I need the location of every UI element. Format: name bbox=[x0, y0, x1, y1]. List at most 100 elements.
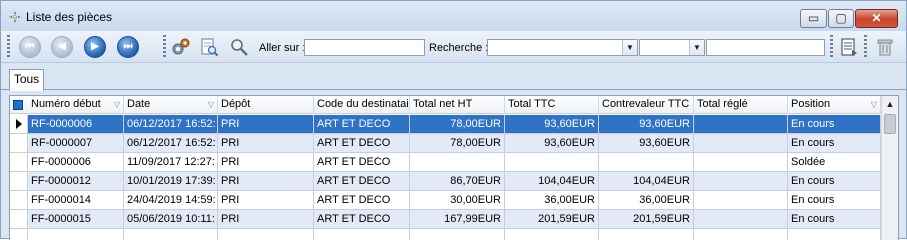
cell-date[interactable] bbox=[124, 229, 218, 240]
maximize-button[interactable]: ▢ bbox=[828, 9, 854, 28]
first-record-button[interactable]: ⏮ bbox=[19, 36, 41, 58]
cell-total-ttc[interactable]: 93,60EUR bbox=[505, 134, 599, 153]
cell-numero[interactable]: FF-0000006 bbox=[28, 153, 124, 172]
table-row-empty[interactable] bbox=[10, 229, 881, 240]
toolbar-grip[interactable] bbox=[864, 35, 867, 59]
cell-total-ttc[interactable]: 93,60EUR bbox=[505, 115, 599, 134]
cell-position[interactable]: En cours bbox=[788, 134, 881, 153]
cell-position[interactable]: En cours bbox=[788, 115, 881, 134]
sort-filter-icon[interactable]: ▽ bbox=[114, 96, 120, 113]
cell-total-net-ht[interactable]: 30,00EUR bbox=[410, 191, 505, 210]
next-record-button[interactable]: ▶ bbox=[84, 36, 106, 58]
column-header-numero-debut[interactable]: Numéro début ▽ bbox=[28, 96, 124, 114]
cell-date[interactable]: 10/01/2019 17:39: bbox=[124, 172, 218, 191]
search-mode-combo[interactable]: ▼ bbox=[639, 39, 705, 56]
cell-depot[interactable] bbox=[218, 229, 314, 240]
cell-position[interactable]: En cours bbox=[788, 210, 881, 229]
row-header[interactable] bbox=[10, 210, 28, 229]
cell-depot[interactable]: PRI bbox=[218, 115, 314, 134]
column-header-depot[interactable]: Dépôt bbox=[218, 96, 314, 114]
cell-total-ttc[interactable]: 201,59EUR bbox=[505, 210, 599, 229]
cell-date[interactable]: 24/04/2019 14:59: bbox=[124, 191, 218, 210]
previous-record-button[interactable]: ◀ bbox=[51, 36, 73, 58]
cell-code-destinataire[interactable] bbox=[314, 229, 410, 240]
column-header-contrevaleur-ttc[interactable]: Contrevaleur TTC bbox=[599, 96, 694, 114]
cell-position[interactable]: En cours bbox=[788, 191, 881, 210]
cell-numero[interactable] bbox=[28, 229, 124, 240]
cell-total-net-ht[interactable] bbox=[410, 153, 505, 172]
toolbar-grip[interactable] bbox=[163, 35, 166, 59]
title-bar[interactable]: Liste des pièces ▭ ▢ ✕ bbox=[1, 1, 906, 31]
row-header[interactable] bbox=[10, 115, 28, 134]
column-header-total-ttc[interactable]: Total TTC bbox=[505, 96, 599, 114]
cell-total-net-ht[interactable]: 78,00EUR bbox=[410, 134, 505, 153]
cell-code-destinataire[interactable]: ART ET DECO bbox=[314, 191, 410, 210]
cell-total-net-ht[interactable]: 167,99EUR bbox=[410, 210, 505, 229]
cell-numero[interactable]: RF-0000006 bbox=[28, 115, 124, 134]
column-header-position[interactable]: Position ▽ bbox=[788, 96, 881, 114]
cell-code-destinataire[interactable]: ART ET DECO bbox=[314, 134, 410, 153]
cell-total-regle[interactable] bbox=[694, 172, 788, 191]
cell-total-regle[interactable] bbox=[694, 153, 788, 172]
cell-total-ttc[interactable]: 104,04EUR bbox=[505, 172, 599, 191]
column-header-total-regle[interactable]: Total réglé bbox=[694, 96, 788, 114]
cell-contrevaleur-ttc[interactable]: 93,60EUR bbox=[599, 115, 694, 134]
table-row[interactable]: FF-0000014 24/04/2019 14:59: PRI ART ET DEC… bbox=[10, 191, 881, 210]
cell-total-net-ht[interactable]: 86,70EUR bbox=[410, 172, 505, 191]
scroll-up-icon[interactable]: ▲ bbox=[882, 96, 898, 113]
cell-numero[interactable]: FF-0000012 bbox=[28, 172, 124, 191]
cell-total-net-ht[interactable] bbox=[410, 229, 505, 240]
cell-depot[interactable]: PRI bbox=[218, 134, 314, 153]
cell-total-regle[interactable] bbox=[694, 115, 788, 134]
cell-code-destinataire[interactable]: ART ET DECO bbox=[314, 210, 410, 229]
table-row[interactable]: RF-0000007 06/12/2017 16:52: PRI ART ET DEC… bbox=[10, 134, 881, 153]
cell-code-destinataire[interactable]: ART ET DECO bbox=[314, 172, 410, 191]
toolbar-grip[interactable] bbox=[7, 35, 10, 59]
cell-contrevaleur-ttc[interactable]: 104,04EUR bbox=[599, 172, 694, 191]
cell-position[interactable] bbox=[788, 229, 881, 240]
cell-date[interactable]: 06/12/2017 16:52: bbox=[124, 115, 218, 134]
settings-gears-icon[interactable] bbox=[171, 37, 191, 57]
cell-total-ttc[interactable] bbox=[505, 153, 599, 172]
table-row[interactable]: RF-0000006 06/12/2017 16:52: PRI ART ET DEC… bbox=[10, 115, 881, 134]
cell-contrevaleur-ttc[interactable]: 93,60EUR bbox=[599, 134, 694, 153]
search-field-combo[interactable]: ▼ bbox=[487, 39, 638, 56]
row-header[interactable] bbox=[10, 191, 28, 210]
cell-code-destinataire[interactable]: ART ET DECO bbox=[314, 153, 410, 172]
dropdown-arrow-icon[interactable]: ▼ bbox=[622, 40, 637, 55]
vertical-scrollbar[interactable]: ▲ bbox=[881, 96, 898, 240]
dropdown-arrow-icon[interactable]: ▼ bbox=[689, 40, 704, 55]
cell-contrevaleur-ttc[interactable]: 36,00EUR bbox=[599, 191, 694, 210]
cell-total-regle[interactable] bbox=[694, 229, 788, 240]
cell-total-regle[interactable] bbox=[694, 134, 788, 153]
cell-total-ttc[interactable] bbox=[505, 229, 599, 240]
cell-depot[interactable]: PRI bbox=[218, 153, 314, 172]
cell-contrevaleur-ttc[interactable]: 201,59EUR bbox=[599, 210, 694, 229]
search-input[interactable] bbox=[706, 39, 825, 56]
sort-filter-icon[interactable]: ▽ bbox=[871, 96, 877, 113]
row-header[interactable] bbox=[10, 153, 28, 172]
cell-code-destinataire[interactable]: ART ET DECO bbox=[314, 115, 410, 134]
goto-input[interactable] bbox=[304, 39, 425, 56]
row-header[interactable] bbox=[10, 172, 28, 191]
cell-total-ttc[interactable]: 36,00EUR bbox=[505, 191, 599, 210]
cell-date[interactable]: 05/06/2019 10:11: bbox=[124, 210, 218, 229]
cell-contrevaleur-ttc[interactable] bbox=[599, 153, 694, 172]
toolbar-grip[interactable] bbox=[830, 35, 833, 59]
minimize-button[interactable]: ▭ bbox=[800, 9, 827, 28]
sort-filter-icon[interactable]: ▽ bbox=[208, 96, 214, 113]
print-preview-icon[interactable] bbox=[199, 37, 219, 57]
search-magnifier-icon[interactable] bbox=[229, 37, 249, 57]
report-icon[interactable] bbox=[839, 37, 859, 57]
cell-contrevaleur-ttc[interactable] bbox=[599, 229, 694, 240]
table-row[interactable]: FF-0000006 11/09/2017 12:27: PRI ART ET DEC… bbox=[10, 153, 881, 172]
cell-date[interactable]: 11/09/2017 12:27: bbox=[124, 153, 218, 172]
cell-total-net-ht[interactable]: 78,00EUR bbox=[410, 115, 505, 134]
cell-numero[interactable]: FF-0000014 bbox=[28, 191, 124, 210]
row-header[interactable] bbox=[10, 229, 28, 240]
cell-depot[interactable]: PRI bbox=[218, 210, 314, 229]
close-button[interactable]: ✕ bbox=[855, 9, 898, 28]
scroll-thumb[interactable] bbox=[884, 114, 896, 134]
row-header[interactable] bbox=[10, 134, 28, 153]
table-row[interactable]: FF-0000012 10/01/2019 17:39: PRI ART ET DEC… bbox=[10, 172, 881, 191]
